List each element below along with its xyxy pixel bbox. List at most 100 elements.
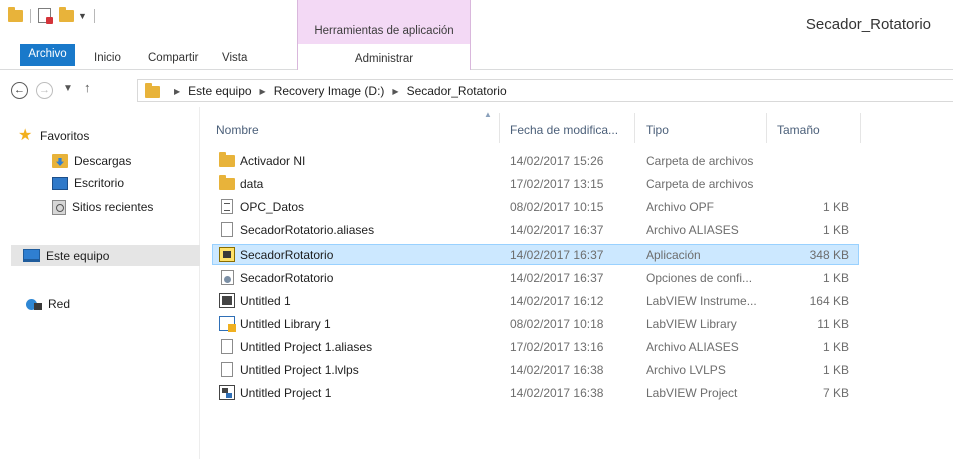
file-row[interactable]: Untitled Project 1.aliases 17/02/2017 13…: [212, 337, 859, 357]
tab-inicio[interactable]: Inicio: [94, 52, 121, 64]
file-name: OPC_Datos: [240, 200, 305, 214]
tab-vista[interactable]: Vista: [222, 52, 247, 64]
file-row[interactable]: OPC_Datos 08/02/2017 10:15 Archivo OPF 1…: [212, 197, 859, 217]
file-date: 17/02/2017 13:16: [510, 340, 604, 354]
file-row[interactable]: Untitled Library 1 08/02/2017 10:18 LabV…: [212, 314, 859, 334]
title-bar: ▼ Secador_Rotatorio: [0, 0, 953, 34]
file-size: 7 KB: [822, 386, 849, 400]
file-size: 1 KB: [822, 340, 849, 354]
file-type: Opciones de confi...: [646, 271, 753, 285]
file-name: SecadorRotatorio.aliases: [240, 223, 375, 237]
file-name: Untitled Project 1.aliases: [240, 340, 373, 354]
forward-button[interactable]: →: [36, 82, 53, 99]
file-row[interactable]: Untitled Project 1.lvlps 14/02/2017 16:3…: [212, 360, 859, 380]
new-folder-icon[interactable]: [59, 6, 74, 22]
network-icon: [26, 298, 42, 311]
file-row[interactable]: Untitled 1 14/02/2017 16:12 LabVIEW Inst…: [212, 291, 859, 311]
file-row[interactable]: data 17/02/2017 13:15 Carpeta de archivo…: [212, 174, 859, 194]
back-button[interactable]: ←: [11, 82, 28, 99]
breadcrumb-secador-rotatorio[interactable]: Secador_Rotatorio: [407, 84, 507, 98]
column-divider[interactable]: [860, 113, 861, 143]
customize-toolbar-dropdown-icon[interactable]: ▼: [78, 11, 87, 21]
file-row[interactable]: Untitled Project 1 14/02/2017 16:38 LabV…: [212, 383, 859, 403]
file-name: Untitled Project 1: [240, 386, 332, 400]
sidebar-item-label: Favoritos: [40, 129, 90, 143]
downloads-folder-icon: [52, 154, 68, 168]
blank-file-icon: [221, 339, 233, 354]
file-name: Activador NI: [240, 154, 306, 168]
star-icon: ★: [18, 127, 33, 144]
breadcrumb-este-equipo[interactable]: Este equipo: [188, 84, 251, 98]
file-name: Untitled 1: [240, 294, 291, 308]
file-size: 11 KB: [817, 317, 849, 331]
file-type: Aplicación: [646, 248, 701, 262]
column-header-fecha[interactable]: Fecha de modifica...: [510, 123, 618, 137]
sidebar-item-favoritos[interactable]: ★ Favoritos: [18, 127, 90, 145]
file-type: Archivo ALIASES: [646, 223, 739, 237]
file-type: Carpeta de archivos: [646, 177, 754, 191]
file-date: 08/02/2017 10:15: [510, 200, 604, 214]
file-date: 14/02/2017 15:26: [510, 154, 604, 168]
toolbar-divider: [30, 8, 31, 23]
file-type: Archivo LVLPS: [646, 363, 726, 377]
file-row[interactable]: SecadorRotatorio 14/02/2017 16:37 Opcion…: [212, 268, 859, 288]
context-tab-group-label: Herramientas de aplicación: [314, 25, 454, 37]
folder-icon[interactable]: [8, 6, 23, 22]
file-name: SecadorRotatorio: [240, 248, 334, 262]
column-divider[interactable]: [634, 113, 635, 143]
up-button[interactable]: ↑: [84, 80, 91, 95]
labview-library-icon: [219, 316, 236, 332]
properties-icon[interactable]: [38, 8, 53, 24]
address-bar[interactable]: ▶ Este equipo ▶ Recovery Image (D:) ▶ Se…: [137, 79, 953, 102]
column-divider[interactable]: [766, 113, 767, 143]
file-date: 14/02/2017 16:37: [510, 271, 604, 285]
chevron-right-icon[interactable]: ▶: [174, 87, 180, 96]
desktop-icon: [52, 176, 68, 190]
toolbar-divider: [93, 8, 95, 23]
file-name: SecadorRotatorio: [240, 271, 334, 285]
breadcrumb-recovery-image[interactable]: Recovery Image (D:): [274, 84, 385, 98]
file-list: ▲ Nombre Fecha de modifica... Tipo Tamañ…: [201, 107, 953, 459]
file-size: 164 KB: [809, 294, 849, 308]
file-type: Archivo OPF: [646, 200, 715, 214]
recent-places-icon: [52, 199, 66, 215]
file-date: 14/02/2017 16:37: [510, 248, 604, 262]
chevron-right-icon[interactable]: ▶: [392, 87, 398, 96]
file-date: 14/02/2017 16:38: [510, 386, 604, 400]
recent-locations-dropdown-icon[interactable]: ▼: [63, 83, 73, 94]
window-title: Secador_Rotatorio: [805, 16, 931, 33]
tab-administrar[interactable]: Administrar: [297, 44, 471, 70]
file-type: Carpeta de archivos: [646, 154, 754, 168]
sidebar-item-label: Descargas: [74, 154, 132, 168]
file-name: Untitled Library 1: [240, 317, 331, 331]
file-name: Untitled Project 1.lvlps: [240, 363, 359, 377]
navigation-pane: ★ Favoritos Descargas Escritorio Sitios …: [0, 107, 200, 459]
chevron-right-icon[interactable]: ▶: [260, 87, 266, 96]
file-type: LabVIEW Library: [646, 317, 737, 331]
column-header-tamano[interactable]: Tamaño: [777, 123, 820, 137]
file-row[interactable]: SecadorRotatorio.aliases 14/02/2017 16:3…: [212, 220, 859, 240]
file-type: Archivo ALIASES: [646, 340, 739, 354]
file-type: LabVIEW Instrume...: [646, 294, 757, 308]
tab-archivo[interactable]: Archivo: [20, 44, 75, 66]
tab-compartir[interactable]: Compartir: [148, 52, 198, 64]
column-header-tipo[interactable]: Tipo: [646, 123, 669, 137]
labview-vi-icon: [219, 293, 235, 308]
sidebar-item-descargas[interactable]: Descargas: [52, 152, 131, 170]
column-header-nombre[interactable]: Nombre: [216, 123, 259, 137]
sidebar-item-este-equipo[interactable]: Este equipo: [11, 245, 200, 266]
file-row[interactable]: Activador NI 14/02/2017 15:26 Carpeta de…: [212, 151, 859, 171]
file-row-selected[interactable]: SecadorRotatorio 14/02/2017 16:37 Aplica…: [212, 244, 859, 265]
sidebar-item-escritorio[interactable]: Escritorio: [52, 174, 124, 192]
sidebar-item-sitios-recientes[interactable]: Sitios recientes: [52, 198, 153, 216]
sidebar-item-label: Sitios recientes: [72, 200, 154, 214]
application-icon: [219, 247, 235, 262]
sidebar-item-label: Este equipo: [46, 248, 110, 263]
column-divider[interactable]: [499, 113, 500, 143]
file-type: LabVIEW Project: [646, 386, 738, 400]
breadcrumb: ▶ Este equipo ▶ Recovery Image (D:) ▶ Se…: [166, 84, 507, 98]
sidebar-item-label: Red: [48, 297, 71, 311]
sidebar-item-red[interactable]: Red: [26, 295, 70, 313]
opf-file-icon: [221, 199, 233, 214]
ribbon-tab-bar: [0, 44, 953, 70]
